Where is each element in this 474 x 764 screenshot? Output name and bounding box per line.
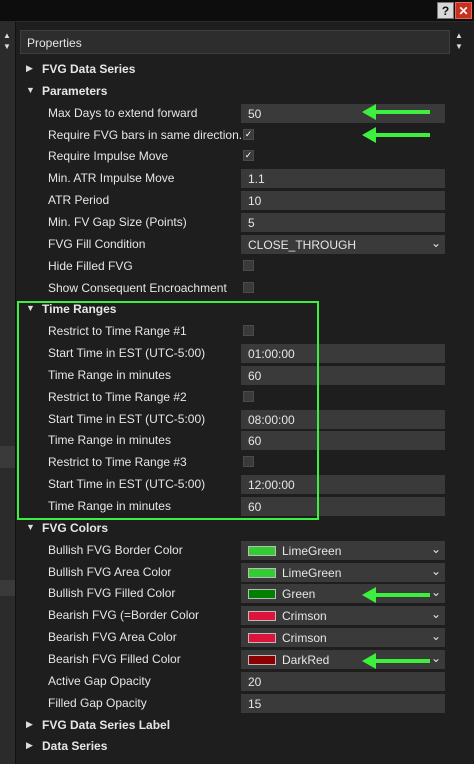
property-label: Bullish FVG Filled Color xyxy=(48,586,176,601)
property-row-active-gap-opacity[interactable]: Active Gap Opacity 20 xyxy=(20,670,450,692)
property-value-text: LimeGreen xyxy=(282,543,342,558)
chevron-down-icon[interactable]: ⌄ xyxy=(431,607,441,621)
property-value-text: Green xyxy=(282,587,316,602)
left-scroll-arrows-icon[interactable]: ▲ ▼ xyxy=(1,30,13,52)
property-select[interactable]: CLOSE_THROUGH ⌄ xyxy=(241,234,445,254)
property-label: Bearish FVG Filled Color xyxy=(48,651,181,666)
property-label: Require Impulse Move xyxy=(48,149,169,164)
property-select[interactable]: LimeGreen ⌄ xyxy=(241,562,445,582)
category-fvg-data-series-label[interactable]: ▶ FVG Data Series Label xyxy=(20,714,450,736)
property-label: Min. ATR Impulse Move xyxy=(48,171,175,186)
property-label: Bullish FVG Border Color xyxy=(48,542,183,557)
arrow-icon-bullish-filled xyxy=(362,587,430,603)
scroll-arrows-icon[interactable]: ▲ ▼ xyxy=(452,30,466,54)
left-pane-band xyxy=(0,580,15,596)
collapsed-triangle-icon[interactable]: ▶ xyxy=(26,719,38,731)
property-value-text: 20 xyxy=(248,674,262,689)
property-label: FVG Fill Condition xyxy=(48,236,146,251)
chevron-down-icon[interactable]: ⌄ xyxy=(431,236,441,250)
help-button[interactable]: ? xyxy=(437,2,454,19)
property-label: Show Consequent Encroachment xyxy=(48,280,227,295)
arrow-icon-require-fvg xyxy=(362,127,430,143)
property-value-input[interactable]: 1.1 xyxy=(241,169,445,189)
color-swatch xyxy=(248,567,276,578)
property-label: Bearish FVG Area Color xyxy=(48,630,177,645)
checkbox-unchecked[interactable] xyxy=(243,281,254,293)
time-ranges-highlight-box xyxy=(17,301,319,520)
property-row-hide-filled-fvg[interactable]: Hide Filled FVG xyxy=(20,255,450,277)
category-parameters[interactable]: ▼ Parameters xyxy=(20,80,450,102)
property-label: Max Days to extend forward xyxy=(48,105,198,120)
expanded-triangle-icon[interactable]: ▼ xyxy=(26,522,38,534)
property-value-input[interactable]: 5 xyxy=(241,212,445,232)
property-label: Bullish FVG Area Color xyxy=(48,564,172,579)
property-value-input[interactable]: 20 xyxy=(241,671,445,691)
chevron-down-icon[interactable]: ⌄ xyxy=(431,564,441,578)
color-swatch xyxy=(248,589,276,600)
arrow-icon-bearish-filled xyxy=(362,653,430,669)
property-row-bullish-fvg-area-color[interactable]: Bullish FVG Area Color LimeGreen ⌄ xyxy=(20,561,450,583)
color-swatch xyxy=(248,611,276,622)
property-value-input[interactable]: 15 xyxy=(241,693,445,713)
property-row-min-fv-gap-size-points[interactable]: Min. FV Gap Size (Points) 5 xyxy=(20,211,450,233)
property-label: Filled Gap Opacity xyxy=(48,695,147,710)
checkbox-checked[interactable]: ✓ xyxy=(243,128,254,140)
property-value-text: DarkRed xyxy=(282,652,330,667)
property-row-atr-period[interactable]: ATR Period 10 xyxy=(20,189,450,211)
property-row-min-atr-impulse-move[interactable]: Min. ATR Impulse Move 1.1 xyxy=(20,167,450,189)
chevron-down-icon[interactable]: ⌄ xyxy=(431,542,441,556)
property-row-fvg-fill-condition[interactable]: FVG Fill Condition CLOSE_THROUGH ⌄ xyxy=(20,233,450,255)
property-value-text: 1.1 xyxy=(248,172,265,187)
property-row-bearish-fvg-border-color[interactable]: Bearish FVG (=Border Color Crimson ⌄ xyxy=(20,604,450,626)
property-value-text: Crimson xyxy=(282,609,327,624)
close-button[interactable]: ✕ xyxy=(455,2,472,19)
property-value-text: 10 xyxy=(248,194,262,209)
property-label: Hide Filled FVG xyxy=(48,258,133,273)
property-value-input[interactable]: 10 xyxy=(241,191,445,211)
property-row-filled-gap-opacity[interactable]: Filled Gap Opacity 15 xyxy=(20,692,450,714)
property-value-text: 15 xyxy=(248,696,262,711)
collapsed-triangle-icon[interactable]: ▶ xyxy=(26,63,38,75)
expanded-triangle-icon[interactable]: ▼ xyxy=(26,85,38,97)
property-value-text: 5 xyxy=(248,215,255,230)
color-swatch xyxy=(248,633,276,644)
property-label: Require FVG bars in same direction. xyxy=(48,127,243,142)
category-fvg-data-series[interactable]: ▶ FVG Data Series xyxy=(20,58,450,80)
category-fvg-colors[interactable]: ▼ FVG Colors xyxy=(20,517,450,539)
chevron-down-icon[interactable]: ⌄ xyxy=(431,585,441,599)
property-row-require-impulse-move[interactable]: Require Impulse Move ✓ xyxy=(20,145,450,167)
checkbox-checked[interactable]: ✓ xyxy=(243,150,254,162)
property-select[interactable]: Crimson ⌄ xyxy=(241,606,445,626)
property-value-text: LimeGreen xyxy=(282,565,342,580)
property-label: Data Series xyxy=(42,739,108,754)
property-row-bullish-fvg-border-color[interactable]: Bullish FVG Border Color LimeGreen ⌄ xyxy=(20,539,450,561)
chevron-down-icon[interactable]: ⌄ xyxy=(431,651,441,665)
category-data-series[interactable]: ▶ Data Series xyxy=(20,735,450,757)
property-label: FVG Colors xyxy=(42,520,109,535)
property-value-text: 50 xyxy=(248,106,262,121)
left-pane: ▲ ▼ xyxy=(0,22,16,764)
property-select[interactable]: LimeGreen ⌄ xyxy=(241,540,445,560)
property-select[interactable]: Crimson ⌄ xyxy=(241,628,445,648)
property-value-text: Crimson xyxy=(282,631,327,646)
left-pane-selection[interactable] xyxy=(0,446,15,468)
arrow-icon-max-days xyxy=(362,104,430,120)
property-label: FVG Data Series xyxy=(42,62,136,76)
window-titlebar: ? ✕ xyxy=(0,0,474,22)
property-label: ATR Period xyxy=(48,193,110,208)
property-label: FVG Data Series Label xyxy=(42,717,171,732)
property-label: Min. FV Gap Size (Points) xyxy=(48,214,187,229)
color-swatch xyxy=(248,654,276,665)
checkbox-unchecked[interactable] xyxy=(243,259,254,271)
property-row-bearish-fvg-area-color[interactable]: Bearish FVG Area Color Crimson ⌄ xyxy=(20,626,450,648)
color-swatch xyxy=(248,545,276,556)
collapsed-triangle-icon[interactable]: ▶ xyxy=(26,740,38,752)
property-label: Parameters xyxy=(42,83,108,98)
property-label: Bearish FVG (=Border Color xyxy=(48,608,200,623)
property-value-text: CLOSE_THROUGH xyxy=(248,237,357,252)
chevron-down-icon[interactable]: ⌄ xyxy=(431,629,441,643)
property-row-show-consequent-encroachment[interactable]: Show Consequent Encroachment xyxy=(20,277,450,299)
properties-header: Properties xyxy=(20,30,450,54)
property-label: Active Gap Opacity xyxy=(48,673,151,688)
